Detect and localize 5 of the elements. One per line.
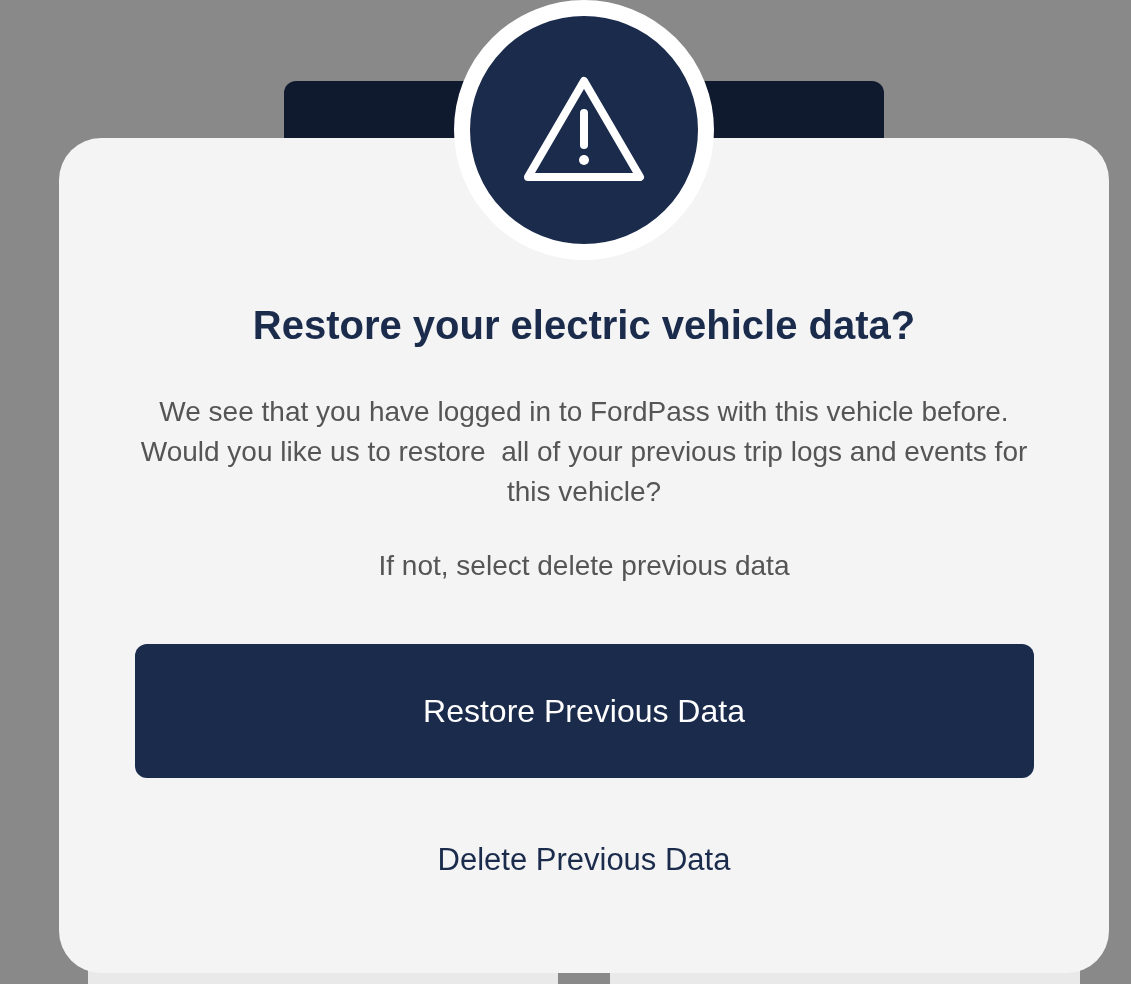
dialog-hint: If not, select delete previous data bbox=[378, 550, 790, 582]
dialog-title: Restore your electric vehicle data? bbox=[252, 303, 916, 348]
dialog-message: We see that you have logged in to FordPass with this vehicle before. Would you like us to restore all of your previous trip logs and events for this vehicle? bbox=[139, 395, 1029, 509]
restore-button[interactable]: Restore Previous Data bbox=[134, 644, 1034, 778]
delete-link[interactable]: Delete Previous Data bbox=[429, 838, 739, 882]
